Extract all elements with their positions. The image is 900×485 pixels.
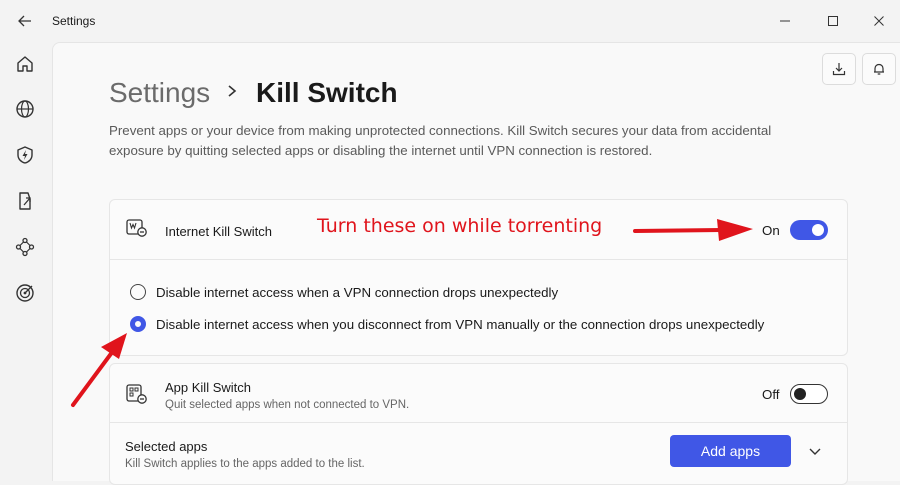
chevron-right-icon	[228, 85, 237, 97]
sidebar-item-meshnet[interactable]	[12, 234, 38, 260]
breadcrumb-parent[interactable]: Settings	[109, 77, 210, 109]
sidebar-item-protection[interactable]	[12, 142, 38, 168]
globe-icon	[16, 100, 34, 118]
internet-kill-switch-title: Internet Kill Switch	[165, 224, 272, 239]
notifications-button[interactable]	[862, 53, 896, 85]
sidebar-item-home[interactable]	[12, 51, 38, 77]
download-icon	[832, 63, 846, 76]
radio-unselected[interactable]	[130, 284, 146, 300]
option-disconnect-manually[interactable]: Disable internet access when you disconn…	[130, 316, 764, 332]
app-kill-switch-title: App Kill Switch	[165, 380, 251, 395]
maximize-button[interactable]	[818, 8, 848, 34]
main-content: Settings Kill Switch Prevent apps or you…	[52, 42, 900, 485]
option-label: Disable internet access when you disconn…	[156, 316, 765, 332]
shield-bolt-icon	[17, 146, 33, 164]
radio-selected[interactable]	[130, 316, 146, 332]
divider	[110, 259, 847, 260]
selected-apps-title: Selected apps	[125, 439, 208, 454]
app-kill-switch-toggle[interactable]	[790, 384, 828, 404]
back-arrow-icon	[18, 15, 31, 27]
app-kill-switch-state: Off	[762, 387, 780, 402]
page-title: Kill Switch	[256, 77, 398, 108]
annotation-text: Turn these on while torrenting	[317, 215, 603, 237]
toggle-knob	[812, 224, 824, 236]
back-button[interactable]	[14, 11, 36, 31]
sidebar-item-locations[interactable]	[12, 96, 38, 122]
target-icon	[16, 284, 34, 302]
chevron-down-icon[interactable]	[808, 447, 822, 457]
internet-kill-switch-icon	[126, 219, 147, 237]
window-title: Settings	[52, 14, 96, 28]
maximize-icon	[828, 16, 838, 26]
option-label: Disable internet access when a VPN conne…	[156, 284, 559, 300]
download-button[interactable]	[822, 53, 856, 85]
split-tunnel-icon	[19, 192, 31, 210]
close-icon	[874, 16, 884, 26]
divider	[110, 422, 847, 423]
app-kill-switch-icon	[126, 384, 147, 404]
minimize-button[interactable]	[770, 8, 800, 34]
minimize-icon	[780, 20, 790, 22]
internet-kill-switch-toggle[interactable]	[790, 220, 828, 240]
app-kill-switch-subtitle: Quit selected apps when not connected to…	[165, 399, 410, 411]
sidebar	[0, 42, 50, 480]
selected-apps-subtitle: Kill Switch applies to the apps added to…	[125, 458, 365, 470]
option-drop-unexpectedly[interactable]: Disable internet access when a VPN conne…	[130, 284, 558, 300]
close-button[interactable]	[864, 8, 894, 34]
bell-icon	[874, 63, 884, 75]
toggle-knob	[794, 387, 806, 400]
title-bar: Settings	[0, 0, 900, 42]
home-icon	[17, 56, 33, 72]
sidebar-item-threat-protection[interactable]	[12, 280, 38, 306]
page-description: Prevent apps or your device from making …	[109, 123, 772, 158]
add-apps-button[interactable]: Add apps	[670, 435, 791, 467]
network-icon	[15, 237, 35, 257]
sidebar-item-split-tunneling[interactable]	[12, 188, 38, 214]
internet-kill-switch-state: On	[762, 223, 780, 238]
